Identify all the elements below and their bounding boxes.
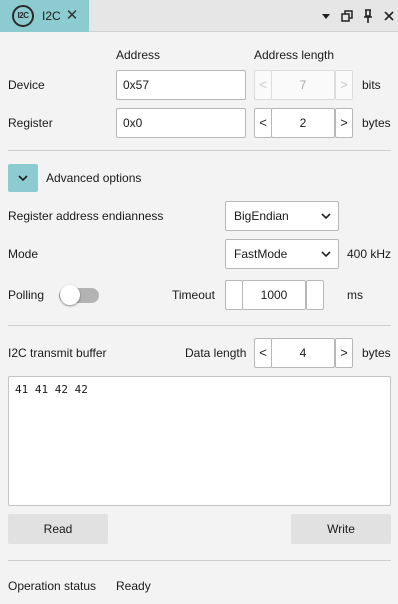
address-length-value[interactable]: 7 xyxy=(271,70,335,100)
address-length-decrement-button[interactable]: < xyxy=(254,70,272,100)
close-panel-icon[interactable] xyxy=(381,8,397,24)
pin-icon[interactable] xyxy=(360,8,376,24)
i2c-logo-icon: I2C xyxy=(12,5,34,27)
device-label: Device xyxy=(8,78,45,92)
chevron-down-icon xyxy=(320,240,332,270)
chevron-down-icon xyxy=(320,202,332,232)
register-length-unit: bytes xyxy=(362,116,391,130)
read-button[interactable]: Read xyxy=(8,514,108,544)
data-length-label: Data length xyxy=(185,346,247,360)
timeout-increment-button[interactable] xyxy=(306,280,324,310)
register-address-input[interactable]: 0x0 xyxy=(116,108,246,138)
operation-status-label: Operation status xyxy=(8,579,97,593)
mode-select[interactable]: FastMode xyxy=(225,239,339,269)
chevron-down-icon xyxy=(18,175,28,182)
data-length-increment-button[interactable]: > xyxy=(335,338,353,368)
operation-status-value: Ready xyxy=(116,579,151,593)
tab-title: I2C xyxy=(42,9,61,23)
timeout-value[interactable]: 1000 xyxy=(242,280,306,310)
panel-menu-icon[interactable] xyxy=(318,8,334,24)
advanced-options-label: Advanced options xyxy=(46,171,142,185)
timeout-decrement-button[interactable] xyxy=(225,280,243,310)
tab-i2c[interactable]: I2C I2C ✕ xyxy=(0,0,89,32)
transmit-buffer-textarea[interactable]: 41 41 42 42 xyxy=(8,376,391,506)
data-length-value[interactable]: 4 xyxy=(271,338,335,368)
transmit-buffer-label: I2C transmit buffer xyxy=(8,346,107,360)
advanced-options-toggle-button[interactable] xyxy=(8,164,38,192)
mode-label: Mode xyxy=(8,247,39,261)
divider xyxy=(8,560,391,561)
restore-window-icon[interactable] xyxy=(339,8,355,24)
data-length-decrement-button[interactable]: < xyxy=(254,338,272,368)
timeout-label: Timeout xyxy=(172,288,215,302)
endianness-label: Register address endianness xyxy=(8,209,164,223)
mode-value: FastMode xyxy=(234,247,288,261)
polling-label: Polling xyxy=(8,288,45,302)
divider xyxy=(8,325,391,326)
address-length-column-header: Address length xyxy=(254,48,335,62)
timeout-unit: ms xyxy=(347,288,363,302)
tab-close-icon[interactable]: ✕ xyxy=(64,6,80,26)
mode-speed: 400 kHz xyxy=(347,247,392,261)
divider xyxy=(8,150,391,151)
register-length-increment-button[interactable]: > xyxy=(335,108,353,138)
register-length-decrement-button[interactable]: < xyxy=(254,108,272,138)
address-length-unit: bits xyxy=(362,78,381,92)
endianness-value: BigEndian xyxy=(234,209,289,223)
polling-toggle[interactable] xyxy=(59,284,99,306)
address-column-header: Address xyxy=(116,48,161,62)
polling-toggle-knob xyxy=(60,285,80,305)
data-length-unit: bytes xyxy=(362,346,391,360)
endianness-select[interactable]: BigEndian xyxy=(225,201,339,231)
write-button[interactable]: Write xyxy=(291,514,391,544)
device-address-input[interactable]: 0x57 xyxy=(116,70,246,100)
register-label: Register xyxy=(8,116,53,130)
address-length-increment-button[interactable]: > xyxy=(335,70,353,100)
register-length-value[interactable]: 2 xyxy=(271,108,335,138)
